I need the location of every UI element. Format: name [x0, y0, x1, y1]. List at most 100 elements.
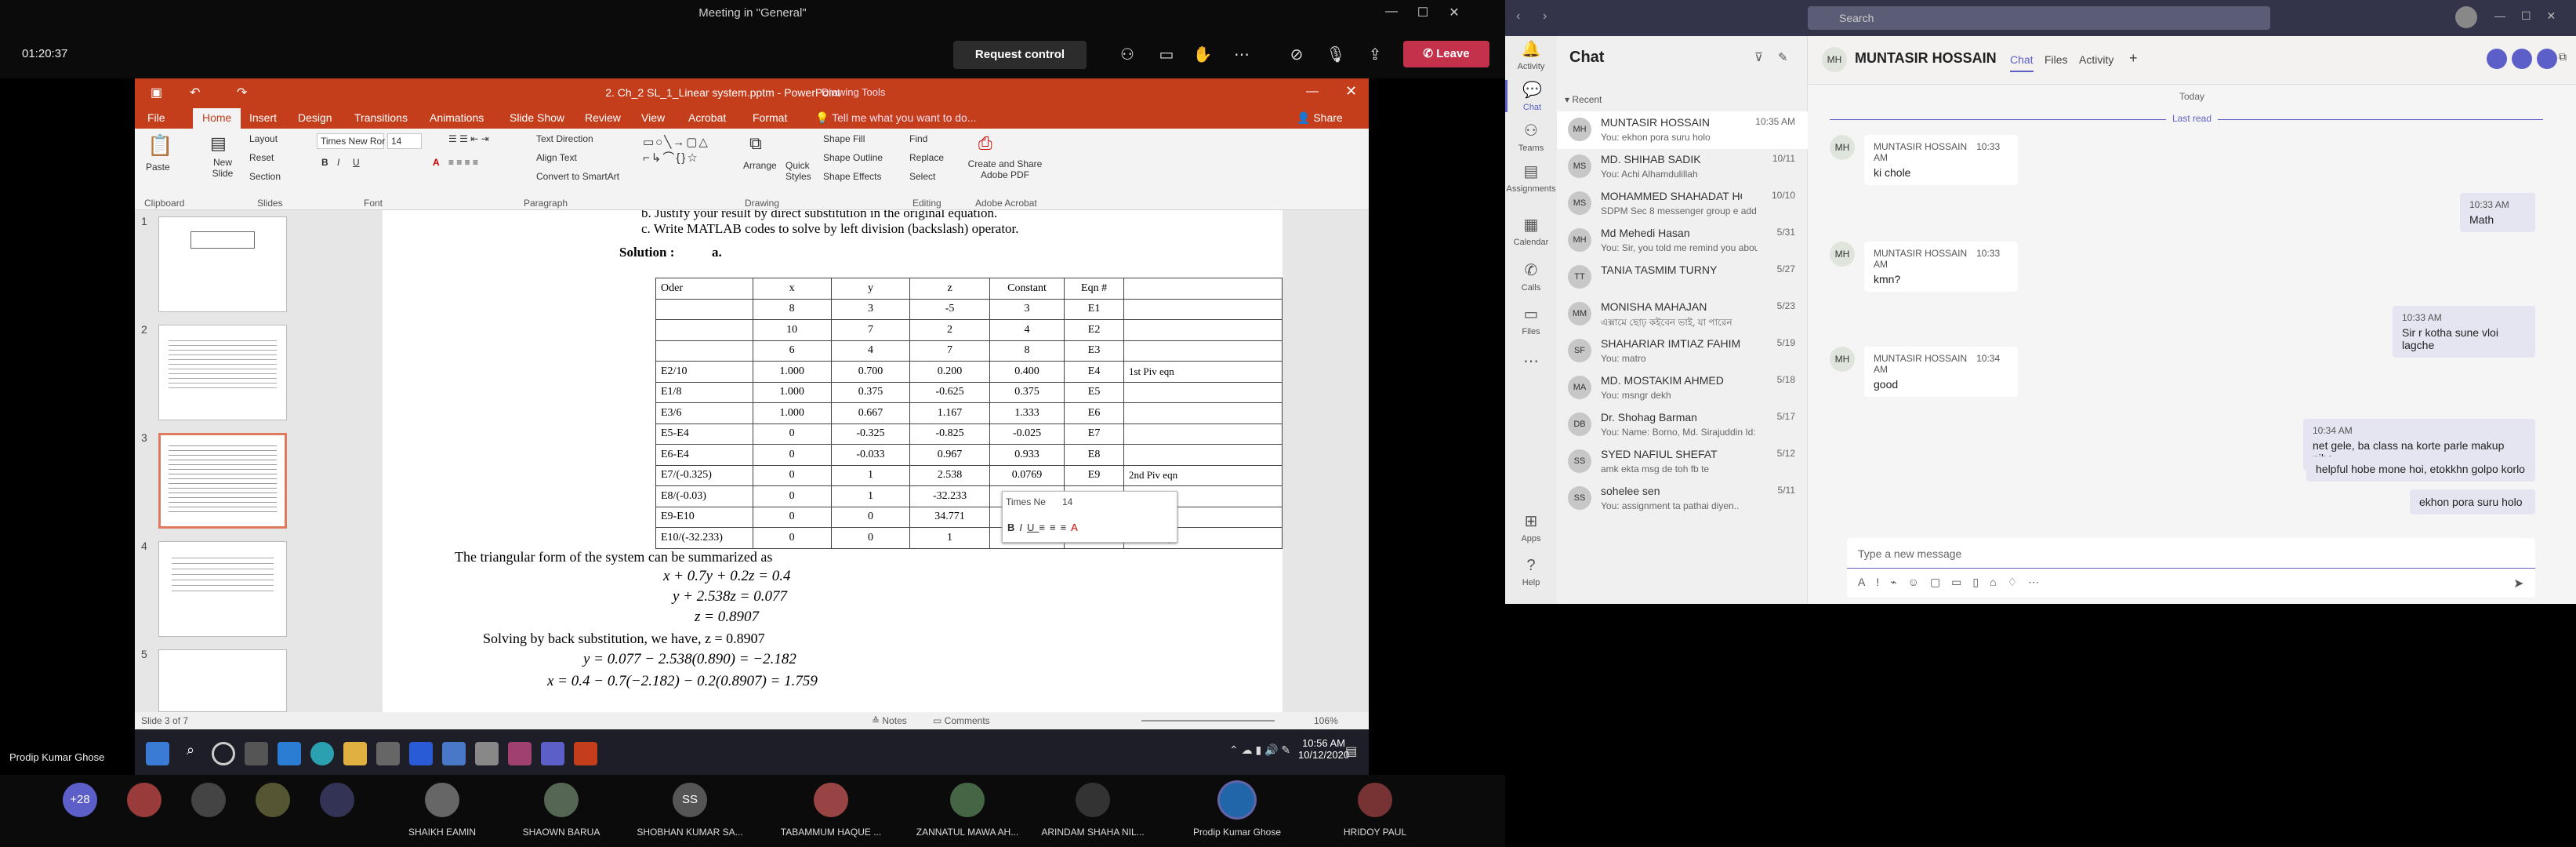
tab-activity[interactable]: Activity — [2079, 53, 2113, 66]
chat-list-item[interactable]: SS sohelee sen You: assignment ta pathai d… — [1557, 480, 1808, 518]
teams-window-controls[interactable]: —☐✕ — [2494, 9, 2571, 23]
replace-button[interactable]: Replace — [909, 152, 944, 163]
shape-effects-button[interactable]: Shape Effects — [823, 171, 882, 182]
slide-thumbnail-5[interactable] — [158, 649, 287, 712]
notifications-icon[interactable]: ▤ — [1345, 743, 1357, 759]
rail-item[interactable]: ⊞ Apps — [1505, 511, 1557, 543]
leave-button[interactable]: ✆ Leave — [1403, 41, 1489, 67]
chat-list-item[interactable]: MS MOHAMMED SHAHADAT HOS... SDPM Sec 8 mes… — [1557, 185, 1808, 223]
zoom-slider[interactable] — [1141, 720, 1275, 722]
maximize-icon[interactable]: ☐ — [1411, 5, 1435, 22]
tab-home[interactable]: Home — [193, 108, 241, 129]
popout-icon[interactable]: ⧉ — [2559, 50, 2567, 64]
ppt-close-icon[interactable]: ✕ — [1345, 83, 1357, 100]
app-icon[interactable] — [409, 742, 433, 765]
participant-avatar[interactable] — [191, 783, 226, 817]
user-avatar[interactable] — [2455, 6, 2477, 28]
windows-start-icon[interactable] — [146, 742, 169, 765]
redo-icon[interactable]: ↷ — [237, 85, 247, 100]
participant-avatar[interactable]: +28 — [63, 783, 97, 817]
participant-avatar[interactable] — [1076, 783, 1110, 817]
rail-item[interactable]: ▦ Calendar — [1505, 215, 1557, 247]
slide-thumbnail-4[interactable] — [158, 541, 287, 637]
participant-avatar[interactable] — [425, 783, 459, 817]
edge-icon[interactable] — [310, 742, 334, 765]
font-size-select[interactable]: 14 — [387, 133, 422, 149]
participant-avatar[interactable]: SS — [673, 783, 707, 817]
reset-button[interactable]: Reset — [249, 152, 274, 163]
chat-list-item[interactable]: MH MUNTASIR HOSSAIN You: ekhon pora suru h… — [1557, 111, 1808, 149]
rail-item[interactable]: ⚇ Teams — [1505, 121, 1557, 153]
slide-thumbnail-2[interactable] — [158, 325, 287, 420]
forward-icon[interactable]: › — [1543, 9, 1547, 24]
tab-slide-show[interactable]: Slide Show — [510, 111, 564, 124]
message-bubble[interactable]: MUNTASIR HOSSAIN 10:34 AM good — [1864, 347, 2018, 397]
find-button[interactable]: Find — [909, 133, 927, 144]
layout-button[interactable]: Layout — [249, 133, 278, 144]
tab-transitions[interactable]: Transitions — [354, 111, 408, 124]
tab-files[interactable]: Files — [2044, 53, 2068, 66]
clock[interactable]: 10:56 AM 10/12/2020 — [1298, 737, 1349, 761]
tab-acrobat[interactable]: Acrobat — [688, 111, 726, 124]
rail-item[interactable]: 🔔 Activity — [1505, 39, 1557, 71]
bullets-icon[interactable]: ☰ ☰ ⇤ ⇥ — [448, 133, 489, 144]
mail-icon[interactable] — [278, 742, 301, 765]
participant-avatar[interactable] — [544, 783, 579, 817]
camera-off-icon[interactable]: ⊘ — [1283, 42, 1311, 67]
mini-format-buttons[interactable]: BIU≡≡≡A — [1007, 522, 1083, 533]
search-input[interactable]: Search — [1808, 6, 2270, 30]
rail-item[interactable]: ▤ Assignments — [1505, 162, 1557, 194]
raise-hand-icon[interactable]: ✋ — [1188, 42, 1217, 67]
chat-list-item[interactable]: SF SHAHARIAR IMTIAZ FAHIM You: matro 5/19 — [1557, 333, 1808, 370]
tab-file[interactable]: File — [147, 111, 165, 124]
chat-list-item[interactable]: MM MONISHA MAHAJAN এক্সামে ছোঢ় কইবেন ভাই,… — [1557, 296, 1808, 333]
shape-fill-button[interactable]: Shape Fill — [823, 133, 865, 144]
system-tray-icons[interactable]: ⌃ ☁ ▮ 🔊 ✎ — [1229, 743, 1290, 757]
arrange-button[interactable]: Arrange — [743, 160, 777, 171]
share-screen-icon[interactable]: ⇪ — [1361, 42, 1389, 67]
new-slide-button[interactable]: New Slide — [207, 157, 238, 179]
message-bubble[interactable]: MUNTASIR HOSSAIN 10:33 AM kmn? — [1864, 242, 2018, 292]
comments-button[interactable]: ▭ Comments — [933, 715, 990, 726]
rail-item[interactable]: ✆ Calls — [1505, 260, 1557, 293]
save-icon[interactable]: ▣ — [151, 85, 162, 100]
shapes-gallery[interactable]: ▭○╲→▢△ ⌐↳⌒{}☆ — [643, 135, 709, 165]
chat-list-item[interactable]: TT TANIA TASMIM TURNY 5/27 — [1557, 259, 1808, 296]
request-control-button[interactable]: Request control — [953, 41, 1087, 69]
my-message-bubble[interactable]: helpful hobe mone hoi, etokkhn golpo kor… — [2306, 456, 2535, 482]
zoom-level[interactable]: 106% — [1314, 715, 1338, 726]
my-message-bubble[interactable]: ekhon pora suru holo — [2410, 489, 2535, 514]
app-icon[interactable] — [508, 742, 532, 765]
rail-item[interactable]: ▭ Files — [1505, 304, 1557, 336]
tab-view[interactable]: View — [641, 111, 665, 124]
new-slide-icon[interactable]: ▤ — [210, 133, 227, 154]
slide-canvas[interactable]: b. Justify your result by direct substit… — [383, 210, 1283, 712]
participant-avatar[interactable] — [320, 783, 354, 817]
filter-icon[interactable]: ⊽ — [1754, 50, 1763, 64]
chat-icon[interactable]: ▭ — [1152, 42, 1181, 67]
search-icon[interactable]: ⌕ — [179, 742, 202, 765]
notes-button[interactable]: ≙ Notes — [872, 715, 907, 726]
align-icon[interactable]: ≡ ≡ ≡ ≡ — [448, 157, 478, 168]
shape-outline-button[interactable]: Shape Outline — [823, 152, 883, 163]
teams-icon[interactable] — [541, 742, 564, 765]
text-direction-button[interactable]: Text Direction — [536, 133, 593, 144]
quick-styles-button[interactable]: Quick Styles — [785, 160, 817, 182]
mini-font-select[interactable]: Times Ne — [1006, 496, 1046, 507]
message-input[interactable]: Type a new message — [1858, 547, 1961, 560]
tab-design[interactable]: Design — [298, 111, 332, 124]
italic-button[interactable]: I — [337, 157, 339, 168]
close-icon[interactable]: ✕ — [1442, 5, 1466, 22]
send-icon[interactable]: ➤ — [2513, 576, 2523, 591]
video-call-icon[interactable] — [2487, 49, 2507, 69]
tab-insert[interactable]: Insert — [249, 111, 277, 124]
chat-list-item[interactable]: MS MD. SHIHAB SADIK You: Achi Alhamdulilla… — [1557, 148, 1808, 186]
paste-icon[interactable]: 📋 — [147, 133, 172, 158]
align-text-button[interactable]: Align Text — [536, 152, 577, 163]
cortana-icon[interactable] — [212, 742, 235, 765]
create-adobe-pdf-button[interactable]: Create and Share Adobe PDF — [966, 158, 1044, 180]
tab-chat[interactable]: Chat — [2010, 53, 2034, 72]
back-icon[interactable]: ‹ — [1516, 9, 1520, 24]
participants-icon[interactable]: ⚇ — [1113, 42, 1141, 67]
tell-me-box[interactable]: 💡 Tell me what you want to do... — [815, 111, 977, 125]
